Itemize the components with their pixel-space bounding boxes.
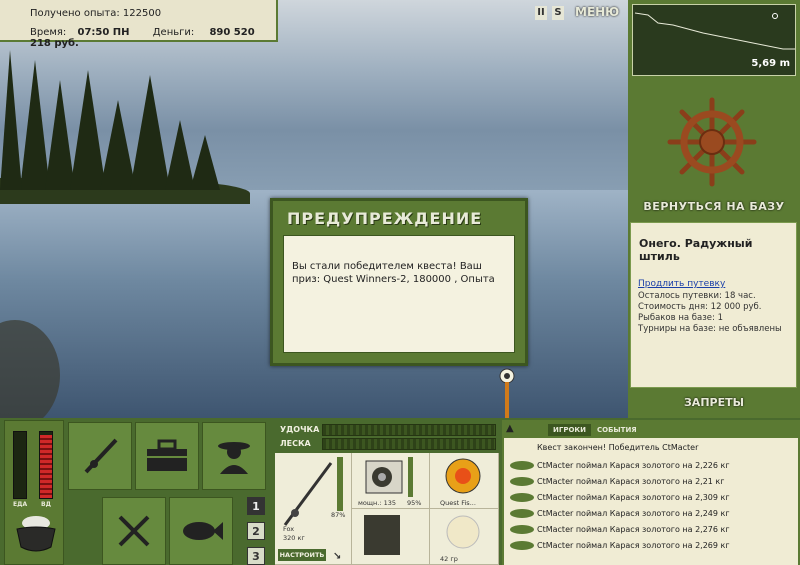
fishers-count: Рыбаков на базе: 1 [638, 313, 723, 323]
bait-weight: 42 гр [440, 555, 458, 563]
food-label: ЕДА [13, 501, 28, 508]
list-item: CtMacter поймал Карася золотого на 2,276… [504, 522, 798, 538]
fisherman-slot[interactable] [202, 422, 266, 490]
tab-events[interactable]: СОБЫТИЯ [592, 424, 642, 436]
time-value: 07:50 ПН [77, 27, 130, 38]
float-marker-icon [772, 13, 778, 19]
line-item-name: Quest Fis... [440, 499, 476, 507]
fishing-line-spool-icon [445, 458, 481, 494]
warning-dialog: ПРЕДУПРЕЖДЕНИЕ Вы стали победителем квес… [270, 198, 528, 366]
chat-message: CtMacter поймал Карася золотого на 2,249… [537, 509, 730, 518]
line-bar-label: ЛЕСКА [280, 439, 311, 448]
chat-header: Квест закончен! Победитель CtMacter [504, 440, 798, 456]
list-item: CtMacter поймал Карася золотого на 2,249… [504, 506, 798, 522]
reel-durability-bar [408, 457, 413, 497]
dough-bait-icon [446, 515, 480, 549]
rod-slot[interactable] [68, 422, 132, 490]
vd-label: ВД [41, 501, 51, 508]
fish-slot[interactable] [169, 497, 233, 565]
tab-players[interactable]: ИГРОКИ [548, 424, 591, 436]
chat-list: Квест закончен! Победитель CtMacter CtMa… [504, 438, 798, 565]
bans-button[interactable]: ЗАПРЕТЫ [632, 396, 796, 412]
chat-message: CtMacter поймал Карася золотого на 2,21 … [537, 477, 725, 486]
money-label: Деньги: [152, 27, 195, 38]
fish-icon [510, 493, 534, 502]
vd-meter [39, 431, 53, 499]
rod-name: Fox [283, 525, 295, 533]
hook-icon [364, 515, 400, 555]
arrow-icon: ↘ [333, 551, 342, 562]
rod-durability-bar [337, 457, 343, 511]
location-title: Онего. Радужный штиль [639, 237, 753, 263]
bait-cell[interactable]: 42 гр [430, 509, 499, 565]
food-meter [13, 431, 27, 499]
pause-button[interactable]: II [535, 6, 547, 20]
list-item: CtMacter поймал Карася золотого на 2,21 … [504, 474, 798, 490]
player-info-panel: Получено опыта: 122500 Время: 07:50 ПН Д… [0, 0, 278, 49]
ship-wheel-icon[interactable] [666, 96, 758, 188]
fish-icon [183, 522, 223, 540]
fish-icon [510, 461, 534, 470]
fish-icon [510, 525, 534, 534]
line-cell[interactable]: Quest Fis... [430, 453, 499, 509]
vd-meter-fill [40, 435, 52, 498]
rod-weight: 320 кг [283, 534, 305, 542]
pot-icon[interactable] [13, 513, 59, 555]
dialog-message: Вы стали победителем квеста! Ваш приз: Q… [283, 235, 515, 353]
depth-value: 5,69 m [751, 58, 790, 69]
rod-icon [283, 462, 333, 526]
experience-label: Получено опыта: [30, 8, 120, 19]
line-tension-bar [322, 438, 496, 450]
reel-cell[interactable]: мощн.: 135 95% [352, 453, 430, 509]
chat-message: CtMacter поймал Карася золотого на 2,276… [537, 525, 730, 534]
list-item: CtMacter поймал Карася золотого на 2,269… [504, 538, 798, 554]
float-bobber-icon[interactable] [495, 366, 519, 418]
rod-tension-bar [322, 424, 496, 436]
time-label: Время: [30, 27, 67, 38]
page-button-3[interactable]: 3 [247, 547, 265, 565]
tournaments-status: Турниры на базе: не объявлены [638, 324, 782, 334]
list-item: CtMacter поймал Карася золотого на 2,226… [504, 458, 798, 474]
rod-cell[interactable]: 87% Fox 320 кг НАСТРОИТЬ ↘ [275, 453, 352, 565]
cutlery-icon [118, 515, 150, 547]
rod-percent: 87% [331, 511, 346, 519]
setup-button[interactable]: НАСТРОИТЬ [278, 549, 326, 561]
page-button-1[interactable]: 1 [247, 497, 265, 515]
fish-icon [510, 509, 534, 518]
tackle-box-icon [147, 439, 187, 471]
list-item: CtMacter поймал Карася золотого на 2,309… [504, 490, 798, 506]
reel-icon [365, 460, 403, 494]
menu-button[interactable]: МЕНЮ [575, 5, 619, 23]
forest-silhouette [0, 50, 220, 190]
reel-power: мощн.: 135 [358, 499, 396, 507]
return-to-base-button[interactable]: ВЕРНУТЬСЯ НА БАЗУ [632, 200, 796, 218]
voucher-remaining: Осталось путевки: 18 час. [638, 291, 756, 301]
fish-icon [510, 477, 534, 486]
tackle-box-slot[interactable] [135, 422, 199, 490]
day-cost: Стоимость дня: 12 000 руб. [638, 302, 762, 312]
extend-voucher-link[interactable]: Продлить путевку [638, 279, 725, 289]
scroll-up-icon[interactable]: ▲ [506, 423, 514, 434]
dialog-title: ПРЕДУПРЕЖДЕНИЕ [287, 209, 483, 228]
location-panel: Онего. Радужный штиль Продлить путевку О… [630, 222, 797, 388]
chat-message: CtMacter поймал Карася золотого на 2,226… [537, 461, 730, 470]
cutlery-slot[interactable] [102, 497, 166, 565]
chat-message: CtMacter поймал Карася золотого на 2,309… [537, 493, 730, 502]
page-button-2[interactable]: 2 [247, 522, 265, 540]
hook-cell[interactable] [352, 509, 430, 565]
chat-message: CtMacter поймал Карася золотого на 2,269… [537, 541, 730, 550]
status-meters-panel: ЕДА ВД [4, 420, 64, 565]
tackle-grid: 87% Fox 320 кг НАСТРОИТЬ ↘ мощн.: 135 95… [275, 453, 499, 565]
fishing-rod-icon [84, 438, 118, 474]
fish-icon [510, 541, 534, 550]
sound-button[interactable]: S [552, 6, 564, 20]
fisherman-icon [218, 442, 250, 474]
rod-bar-label: УДОЧКА [280, 425, 320, 434]
experience-value: 122500 [122, 8, 162, 19]
reel-percent: 95% [407, 499, 422, 507]
chat-header-text: Квест закончен! Победитель CtMacter [537, 443, 699, 452]
